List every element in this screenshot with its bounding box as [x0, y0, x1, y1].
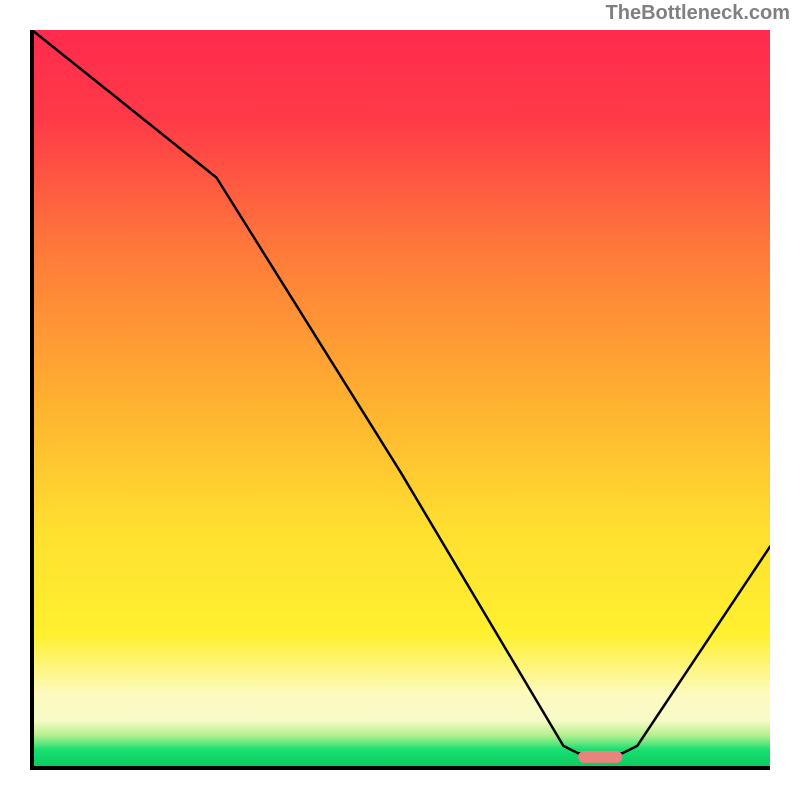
chart-container: TheBottleneck.com — [0, 0, 800, 800]
chart-svg — [30, 30, 770, 770]
optimal-marker — [578, 751, 622, 763]
attribution-text: TheBottleneck.com — [606, 2, 790, 25]
chart-plot-area — [30, 30, 770, 770]
